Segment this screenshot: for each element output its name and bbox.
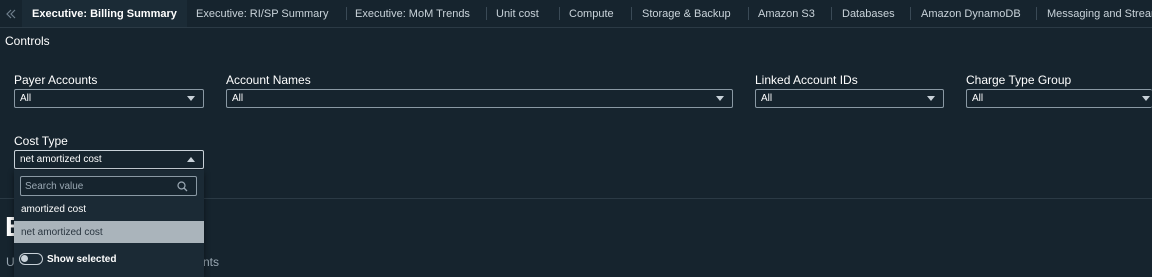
caret-down-icon	[716, 96, 724, 101]
scroll-left-icon[interactable]	[0, 0, 22, 27]
section-subtitle-end: nts	[203, 255, 220, 269]
caret-down-icon	[187, 96, 195, 101]
tab-label: Executive: Billing Summary	[32, 8, 177, 20]
option-label: net amortized cost	[21, 226, 103, 238]
tab-label: Executive: RI/SP Summary	[196, 8, 329, 20]
search-placeholder: Search value	[25, 180, 84, 192]
option-amortized-cost[interactable]: amortized cost	[14, 198, 204, 220]
tab-executive-mom-trends[interactable]: Executive: MoM Trends	[345, 0, 480, 27]
caret-down-icon	[1142, 96, 1150, 101]
cost-type-dropdown: Search value amortized cost net amortize…	[14, 170, 204, 277]
search-input[interactable]: Search value	[20, 176, 197, 196]
charge-type-group-label: Charge Type Group	[966, 73, 1072, 87]
tab-executive-ri-sp-summary[interactable]: Executive: RI/SP Summary	[186, 0, 338, 27]
tab-databases[interactable]: Databases	[832, 0, 905, 27]
cost-type-select[interactable]: net amortized cost	[14, 150, 204, 169]
linked-account-ids-select[interactable]: All	[755, 89, 944, 108]
select-value: All	[972, 93, 984, 104]
charge-type-group-select[interactable]: All	[966, 89, 1152, 108]
tab-storage-backup[interactable]: Storage & Backup	[632, 0, 741, 27]
tab-messaging-and-streaming[interactable]: Messaging and Streaming	[1037, 0, 1152, 27]
tab-amazon-dynamodb[interactable]: Amazon DynamoDB	[911, 0, 1031, 27]
tab-label: Compute	[569, 8, 614, 20]
tab-label: Unit cost	[496, 8, 539, 20]
select-value: All	[20, 93, 32, 104]
tab-unit-cost[interactable]: Unit cost	[486, 0, 549, 27]
linked-account-ids-label: Linked Account IDs	[755, 73, 858, 87]
select-value: All	[232, 93, 244, 104]
section-heading: B	[5, 212, 14, 242]
tab-amazon-s3[interactable]: Amazon S3	[748, 0, 825, 27]
tab-label: Amazon S3	[758, 8, 815, 20]
select-value: All	[761, 93, 773, 104]
account-names-select[interactable]: All	[226, 89, 733, 108]
option-label: amortized cost	[21, 203, 87, 215]
tab-label: Messaging and Streaming	[1047, 8, 1152, 20]
toggle-knob	[21, 255, 28, 262]
tab-executive-billing-summary[interactable]: Executive: Billing Summary	[22, 0, 187, 27]
account-names-label: Account Names	[226, 73, 311, 87]
search-icon	[177, 181, 188, 192]
select-value: net amortized cost	[20, 154, 102, 165]
tab-label: Databases	[842, 8, 895, 20]
sheet-tab-bar: Executive: Billing Summary Executive: RI…	[0, 0, 1152, 28]
caret-up-icon	[187, 157, 195, 162]
show-selected-label: Show selected	[47, 253, 117, 265]
cost-type-label: Cost Type	[14, 134, 68, 148]
show-selected-toggle[interactable]	[19, 253, 43, 265]
option-net-amortized-cost[interactable]: net amortized cost	[14, 221, 204, 243]
tab-compute[interactable]: Compute	[559, 0, 624, 27]
payer-accounts-label: Payer Accounts	[14, 73, 98, 87]
caret-down-icon	[927, 96, 935, 101]
tab-label: Storage & Backup	[642, 8, 731, 20]
controls-section-title: Controls	[5, 34, 50, 48]
tab-label: Executive: MoM Trends	[355, 8, 470, 20]
tab-label: Amazon DynamoDB	[921, 8, 1021, 20]
show-selected-row: Show selected	[19, 251, 116, 267]
payer-accounts-select[interactable]: All	[14, 89, 204, 108]
